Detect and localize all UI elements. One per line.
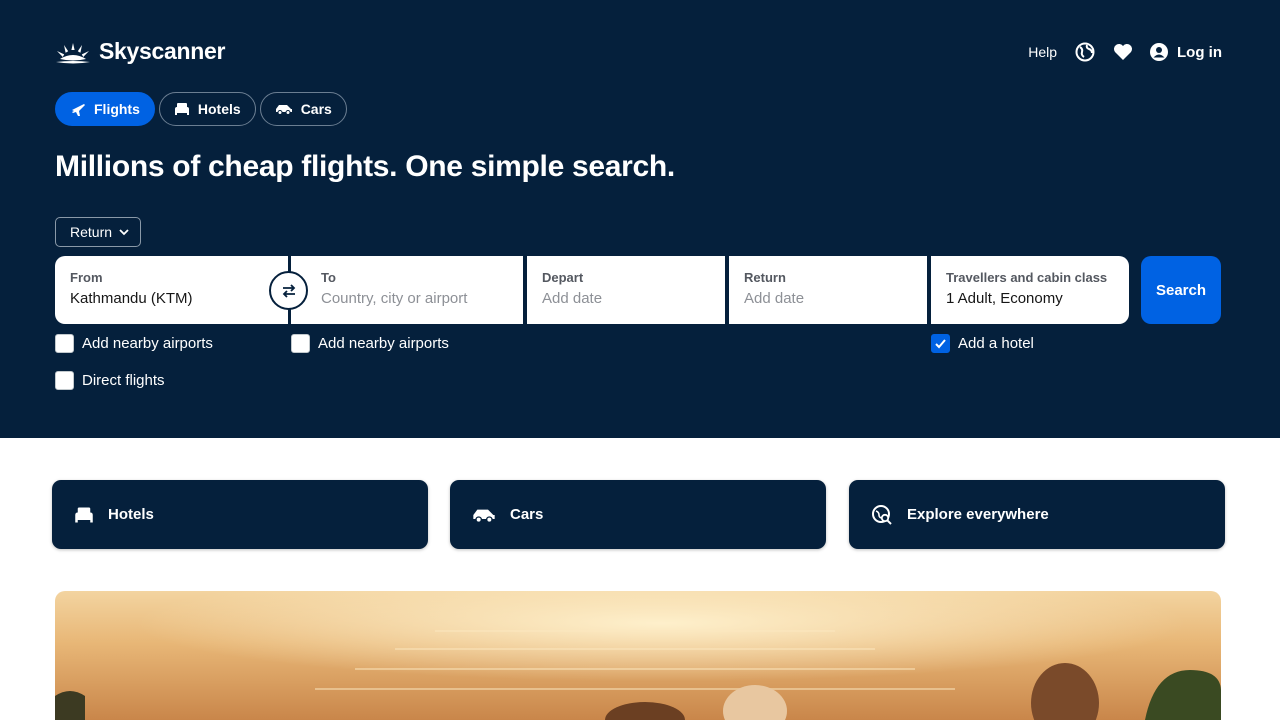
help-link[interactable]: Help [1028, 44, 1057, 60]
chevron-down-icon [119, 229, 129, 236]
nearby-airports-to-checkbox[interactable]: Add nearby airports [291, 334, 449, 353]
plane-icon [72, 104, 85, 116]
to-field[interactable]: To Country, city or airport [291, 256, 523, 324]
search-button[interactable]: Search [1141, 256, 1221, 324]
depart-input[interactable]: Add date [542, 290, 710, 307]
tab-hotels[interactable]: Hotels [158, 92, 256, 126]
logo-text: Skyscanner [99, 38, 226, 64]
page-headline: Millions of cheap flights. One simple se… [55, 150, 675, 183]
direct-flights-label: Direct flights [82, 372, 165, 389]
return-field[interactable]: Return Add date [729, 256, 927, 324]
travellers-value: 1 Adult, Economy [946, 290, 1063, 307]
product-tabs: Flights Hotels Cars [55, 92, 347, 126]
user-icon [1150, 43, 1168, 61]
tab-hotels-label: Hotels [197, 101, 241, 117]
quicklink-cars-label: Cars [510, 506, 544, 523]
car-icon [275, 105, 292, 115]
tab-cars-label: Cars [300, 101, 332, 117]
quicklink-explore-everywhere[interactable]: Explore everywhere [849, 480, 1225, 549]
checkmark-icon [935, 339, 946, 349]
quicklink-explore-label: Explore everywhere [907, 506, 1049, 523]
add-hotel-checkbox[interactable]: Add a hotel [931, 334, 1034, 353]
sun-logo-icon [56, 42, 90, 63]
travellers-field[interactable]: Travellers and cabin class 1 Adult, Econ… [931, 256, 1129, 324]
from-label: From [70, 270, 103, 285]
sunset-beach-image [55, 591, 1221, 720]
direct-flights-checkbox[interactable]: Direct flights [55, 371, 165, 390]
tab-cars[interactable]: Cars [259, 92, 347, 126]
top-navigation: Help Log in [1028, 40, 1222, 64]
nearby-to-label: Add nearby airports [318, 335, 449, 352]
depart-field[interactable]: Depart Add date [527, 256, 725, 324]
heart-icon[interactable] [1111, 40, 1135, 64]
swap-arrows-icon [282, 283, 295, 298]
to-input[interactable]: Country, city or airport [321, 290, 508, 307]
return-input[interactable]: Add date [744, 290, 912, 307]
from-field[interactable]: From Kathmandu (KTM) [55, 256, 288, 324]
login-label: Log in [1177, 43, 1222, 61]
login-button[interactable]: Log in [1149, 42, 1222, 62]
from-value: Kathmandu (KTM) [70, 290, 193, 307]
car-icon [473, 509, 495, 523]
checkbox-checked[interactable] [931, 334, 950, 353]
depart-label: Depart [542, 270, 584, 285]
return-label: Return [744, 270, 786, 285]
add-hotel-label: Add a hotel [958, 335, 1034, 352]
trip-type-select[interactable]: Return [55, 217, 141, 247]
checkbox-unchecked[interactable] [291, 334, 310, 353]
globe-icon[interactable] [1073, 40, 1097, 64]
bed-icon [75, 507, 93, 522]
hero-photo-banner [55, 591, 1221, 720]
quicklink-hotels-label: Hotels [108, 506, 154, 523]
trip-type-value: Return [70, 224, 113, 240]
quicklink-cars[interactable]: Cars [450, 480, 826, 549]
to-label: To [321, 270, 336, 285]
checkbox-unchecked[interactable] [55, 371, 74, 390]
skyscanner-logo[interactable]: Skyscanner [55, 38, 225, 65]
checkbox-unchecked[interactable] [55, 334, 74, 353]
tab-flights[interactable]: Flights [55, 92, 155, 126]
tab-flights-label: Flights [94, 101, 140, 117]
hero-section: Skyscanner Help Log in Flights Hotels Ca… [0, 0, 1280, 438]
travellers-label: Travellers and cabin class [946, 270, 1108, 285]
nearby-from-label: Add nearby airports [82, 335, 213, 352]
nearby-airports-from-checkbox[interactable]: Add nearby airports [55, 334, 213, 353]
bed-icon [174, 103, 189, 115]
quicklink-hotels[interactable]: Hotels [52, 480, 428, 549]
swap-button[interactable] [269, 271, 308, 310]
explore-icon [872, 504, 892, 525]
